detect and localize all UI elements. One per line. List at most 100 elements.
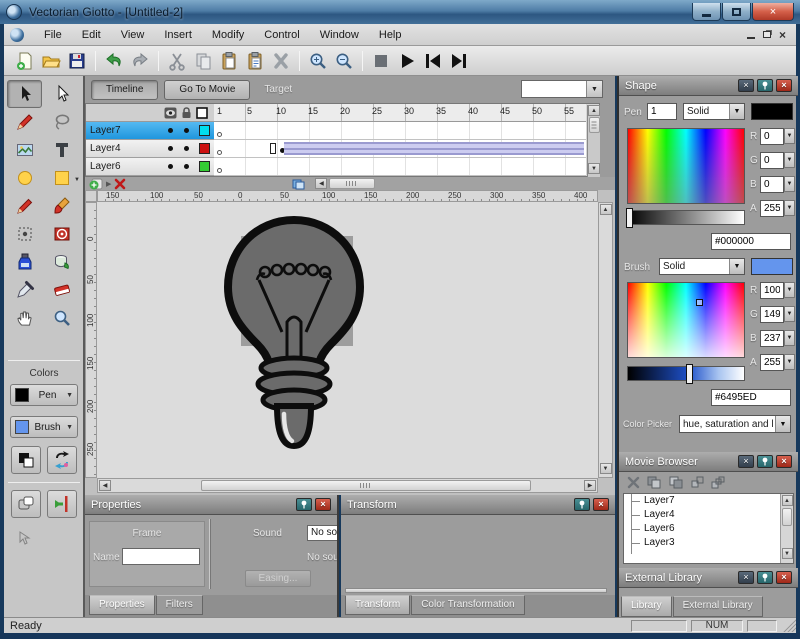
- pen-r-spinner[interactable]: ▼: [784, 128, 795, 144]
- brush-b-spinner[interactable]: ▼: [784, 330, 795, 346]
- easing-button[interactable]: Easing...: [245, 570, 311, 587]
- lightbulb-drawing[interactable]: [199, 210, 389, 460]
- oval-tool-button[interactable]: [7, 164, 42, 192]
- frame-cursor[interactable]: [270, 143, 276, 154]
- maximize-button[interactable]: [722, 3, 751, 21]
- add-layer-icon[interactable]: [89, 178, 103, 190]
- pen-r-input[interactable]: [760, 128, 784, 145]
- ungroup-icon[interactable]: [711, 476, 726, 489]
- eye-icon[interactable]: [164, 107, 177, 119]
- delete-button[interactable]: [268, 48, 294, 74]
- scroll-up-arrow-icon[interactable]: ▲: [600, 204, 612, 215]
- pen-g-spinner[interactable]: ▼: [784, 152, 795, 168]
- delete-item-icon[interactable]: [627, 476, 640, 489]
- mdi-restore-button[interactable]: [763, 31, 771, 38]
- text-tool-button[interactable]: [44, 136, 79, 164]
- ink-bottle-tool-button[interactable]: [7, 248, 42, 276]
- layer-outline-color-swatch[interactable]: [199, 143, 210, 154]
- brush-hue-saturation-picker[interactable]: [627, 282, 745, 358]
- timeline-tab-button[interactable]: Timeline: [91, 80, 158, 100]
- layer-visible-dot[interactable]: [168, 146, 173, 151]
- target-dropdown[interactable]: ▼: [521, 80, 603, 98]
- frame-number-ruler[interactable]: 1 5 10 15 20 25 30 35 40 45 50 55: [214, 104, 586, 122]
- brush-style-dropdown[interactable]: Solid ▼: [659, 258, 745, 275]
- brush-hex-input[interactable]: [711, 389, 791, 406]
- redo-button[interactable]: [127, 48, 153, 74]
- image-tool-button[interactable]: [7, 136, 42, 164]
- paste-button[interactable]: [216, 48, 242, 74]
- menu-view[interactable]: View: [111, 26, 155, 44]
- lasso-tool-button[interactable]: [44, 108, 79, 136]
- brush-a-spinner[interactable]: ▼: [784, 354, 795, 370]
- delete-layer-icon[interactable]: [114, 178, 126, 190]
- layer-lock-dot[interactable]: [184, 164, 189, 169]
- menu-file[interactable]: File: [34, 26, 72, 44]
- brush-g-spinner[interactable]: ▼: [784, 306, 795, 322]
- last-frame-button[interactable]: [446, 48, 472, 74]
- expand-arrow-icon[interactable]: ▶: [106, 180, 111, 188]
- tween-span[interactable]: [284, 142, 584, 155]
- brush-color-selector[interactable]: Brush ▼: [10, 416, 78, 438]
- hand-tool-button[interactable]: [7, 304, 42, 332]
- send-backward-icon[interactable]: [647, 476, 662, 489]
- pen-hex-input[interactable]: [711, 233, 791, 250]
- minimize-button[interactable]: [692, 3, 721, 21]
- brush-r-input[interactable]: [760, 282, 784, 299]
- close-panel-button[interactable]: ×: [776, 571, 792, 584]
- undo-button[interactable]: [101, 48, 127, 74]
- subselect-tool-button[interactable]: [44, 80, 79, 108]
- tree-item-layer3[interactable]: Layer3: [624, 536, 793, 550]
- canvas-horizontal-scrollbar[interactable]: ◀ ▶: [97, 478, 598, 493]
- snap-align-button[interactable]: [47, 490, 77, 518]
- layer-outline-color-swatch[interactable]: [199, 161, 210, 172]
- close-panel-button[interactable]: ×: [315, 498, 331, 511]
- tree-item-layer4[interactable]: Layer4: [624, 508, 793, 522]
- new-document-button[interactable]: [12, 48, 38, 74]
- brush-tool-button[interactable]: [44, 192, 79, 220]
- layer-row-layer6[interactable]: Layer6: [86, 158, 214, 176]
- scrollbar-thumb[interactable]: [589, 117, 600, 133]
- pencil-tool-button[interactable]: [7, 192, 42, 220]
- swap-colors-button[interactable]: [47, 446, 77, 474]
- fill-transform-tool-button[interactable]: [44, 220, 79, 248]
- undock-panel-button[interactable]: ×: [738, 79, 754, 92]
- tree-item-layer6[interactable]: Layer6: [624, 522, 793, 536]
- layer-lock-dot[interactable]: [184, 146, 189, 151]
- resize-grip[interactable]: [783, 619, 796, 632]
- eyedropper-tool-button[interactable]: [7, 276, 42, 304]
- scroll-up-arrow-icon[interactable]: ▲: [782, 495, 793, 506]
- pen-b-spinner[interactable]: ▼: [784, 176, 795, 192]
- canvas-vertical-scrollbar[interactable]: ▲ ▼: [598, 202, 613, 478]
- group-icon[interactable]: [691, 476, 704, 489]
- pen-g-input[interactable]: [760, 152, 784, 169]
- brush-color-preview[interactable]: [751, 258, 793, 275]
- open-button[interactable]: [38, 48, 64, 74]
- pin-button[interactable]: [574, 498, 590, 511]
- stop-button[interactable]: [368, 48, 394, 74]
- tab-transform[interactable]: Transform: [345, 595, 410, 615]
- paste-special-button[interactable]: [242, 48, 268, 74]
- close-panel-button[interactable]: ×: [593, 498, 609, 511]
- canvas-hscroll-thumb[interactable]: [201, 480, 531, 491]
- layer-lock-dot[interactable]: [184, 128, 189, 133]
- layer-visible-dot[interactable]: [168, 128, 173, 133]
- pen-a-spinner[interactable]: ▼: [784, 200, 795, 216]
- scroll-down-arrow-icon[interactable]: ▼: [782, 548, 793, 559]
- close-button[interactable]: ×: [752, 3, 794, 21]
- brush-r-spinner[interactable]: ▼: [784, 282, 795, 298]
- pen-slider-handle[interactable]: [626, 208, 633, 228]
- zoom-out-button[interactable]: [331, 48, 357, 74]
- save-button[interactable]: [64, 48, 90, 74]
- drawing-canvas[interactable]: [97, 202, 598, 478]
- tab-properties[interactable]: Properties: [89, 595, 155, 615]
- pin-button[interactable]: [757, 79, 773, 92]
- pen-style-dropdown[interactable]: Solid ▼: [683, 103, 745, 120]
- tab-filters[interactable]: Filters: [156, 595, 203, 615]
- snap-to-objects-button[interactable]: [11, 490, 41, 518]
- mdi-minimize-button[interactable]: [747, 31, 755, 39]
- outline-square-icon[interactable]: [196, 107, 208, 119]
- undock-panel-button[interactable]: ×: [738, 571, 754, 584]
- cut-button[interactable]: [164, 48, 190, 74]
- frame-name-input[interactable]: [122, 548, 200, 565]
- movie-browser-scrollbar[interactable]: ▲ ▼: [780, 494, 793, 563]
